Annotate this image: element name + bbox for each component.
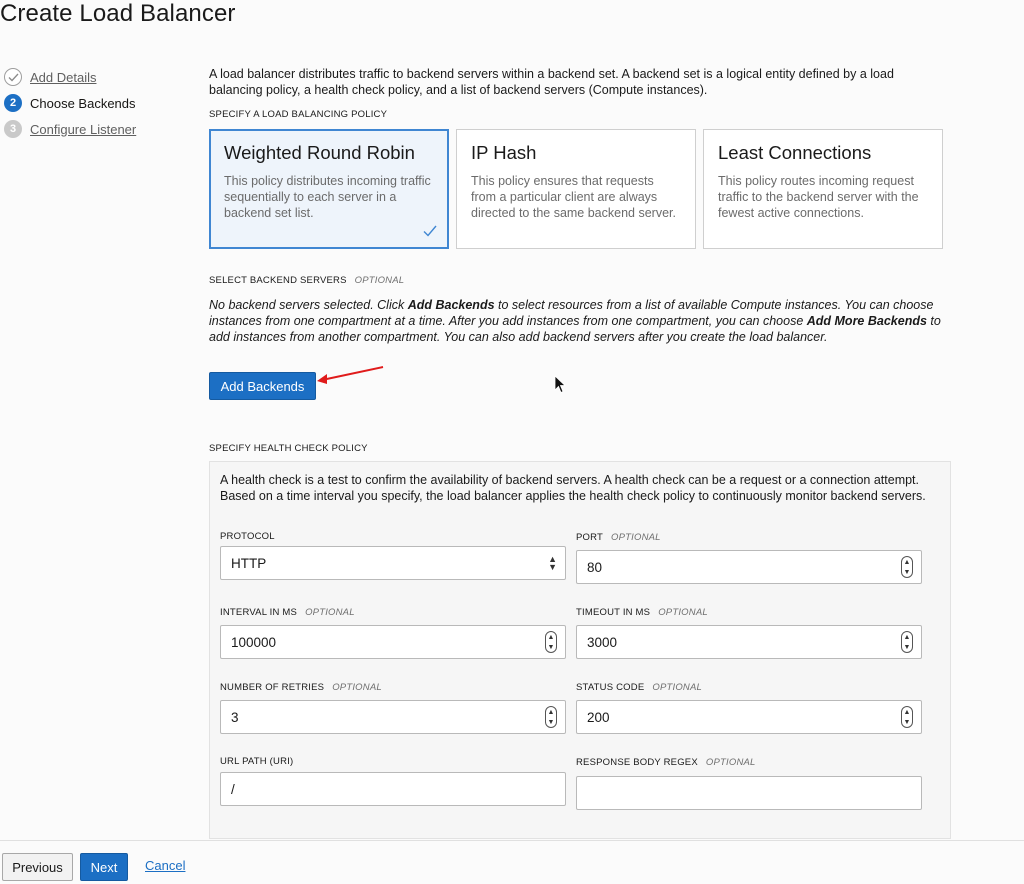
backends-label-text: SELECT BACKEND SERVERS xyxy=(209,275,347,286)
regex-input[interactable] xyxy=(576,776,922,810)
step-label: Choose Backends xyxy=(30,95,136,111)
backends-section-label: SELECT BACKEND SERVERS OPTIONAL xyxy=(209,275,404,286)
retries-label-text: NUMBER OF RETRIES xyxy=(220,682,325,693)
policy-card-ip-hash[interactable]: IP Hash This policy ensures that request… xyxy=(456,129,696,249)
health-description: A health check is a test to confirm the … xyxy=(220,473,926,503)
backend-note: No backend servers selected. Click Add B… xyxy=(209,297,945,345)
step-number-badge: 2 xyxy=(4,94,22,112)
note-bold-add-more-backends: Add More Backends xyxy=(806,314,927,328)
policy-title: IP Hash xyxy=(471,142,537,163)
page-title: Create Load Balancer xyxy=(0,0,236,27)
regex-label: RESPONSE BODY REGEX OPTIONAL xyxy=(576,757,756,768)
health-section-label: SPECIFY HEALTH CHECK POLICY xyxy=(209,443,368,454)
step-choose-backends: 2 Choose Backends xyxy=(4,90,136,116)
status-code-label-text: STATUS CODE xyxy=(576,682,645,693)
status-code-value: 200 xyxy=(587,709,610,725)
policy-title: Weighted Round Robin xyxy=(224,142,415,163)
url-path-input[interactable]: / xyxy=(220,772,566,806)
protocol-select[interactable]: HTTP ▲ ▼ xyxy=(220,546,566,580)
add-backends-button[interactable]: Add Backends xyxy=(209,372,316,400)
policy-section-label: SPECIFY A LOAD BALANCING POLICY xyxy=(209,109,388,120)
optional-tag: OPTIONAL xyxy=(705,757,756,768)
policy-cards: Weighted Round Robin This policy distrib… xyxy=(209,129,943,249)
policy-description: This policy routes incoming request traf… xyxy=(718,174,919,220)
status-code-label: STATUS CODE OPTIONAL xyxy=(576,682,702,693)
port-value: 80 xyxy=(587,559,603,575)
optional-tag: OPTIONAL xyxy=(332,682,382,693)
policy-description: This policy distributes incoming traffic… xyxy=(224,174,431,220)
policy-card-weighted-round-robin[interactable]: Weighted Round Robin This policy distrib… xyxy=(209,129,449,249)
step-add-details[interactable]: Add Details xyxy=(4,64,136,90)
stepper-icon[interactable]: ▲ ▼ xyxy=(901,631,913,653)
cancel-link[interactable]: Cancel xyxy=(145,858,185,873)
step-label[interactable]: Add Details xyxy=(30,70,96,85)
timeout-label: TIMEOUT IN MS OPTIONAL xyxy=(576,607,708,618)
stepper-icon[interactable]: ▲ ▼ xyxy=(901,706,913,728)
optional-tag: OPTIONAL xyxy=(652,682,702,693)
timeout-label-text: TIMEOUT IN MS xyxy=(576,607,651,618)
stepper-icon[interactable]: ▲ ▼ xyxy=(545,706,557,728)
regex-label-text: RESPONSE BODY REGEX xyxy=(576,757,698,768)
optional-tag: OPTIONAL xyxy=(658,607,708,618)
port-label-text: PORT xyxy=(576,532,604,543)
stepper-icon[interactable]: ▲ ▼ xyxy=(545,631,557,653)
retries-label: NUMBER OF RETRIES OPTIONAL xyxy=(220,682,382,693)
interval-value: 100000 xyxy=(231,634,277,650)
optional-tag: OPTIONAL xyxy=(305,607,355,618)
annotation-arrow-icon xyxy=(317,366,384,384)
health-check-panel: A health check is a test to confirm the … xyxy=(209,461,951,839)
previous-button[interactable]: Previous xyxy=(2,853,73,881)
interval-input[interactable]: 100000 ▲ ▼ xyxy=(220,625,566,659)
main-content: A load balancer distributes traffic to b… xyxy=(209,66,951,120)
protocol-label: PROTOCOL xyxy=(220,531,275,542)
next-button[interactable]: Next xyxy=(80,853,128,881)
optional-tag: OPTIONAL xyxy=(354,275,405,286)
policy-description: This policy ensures that requests from a… xyxy=(471,174,676,220)
status-code-input[interactable]: 200 ▲ ▼ xyxy=(576,700,922,734)
optional-tag: OPTIONAL xyxy=(611,532,661,543)
step-label[interactable]: Configure Listener xyxy=(30,122,136,137)
note-text: No backend servers selected. Click xyxy=(209,298,408,312)
timeout-input[interactable]: 3000 ▲ ▼ xyxy=(576,625,922,659)
step-number-badge: 3 xyxy=(4,120,22,138)
intro-text: A load balancer distributes traffic to b… xyxy=(209,67,894,97)
select-arrows-icon: ▲ ▼ xyxy=(548,554,557,572)
check-circle-icon xyxy=(4,68,22,86)
retries-value: 3 xyxy=(231,709,239,725)
interval-label: INTERVAL IN MS OPTIONAL xyxy=(220,607,355,618)
protocol-value: HTTP xyxy=(231,555,267,571)
stepper-icon[interactable]: ▲ ▼ xyxy=(901,556,913,578)
port-label: PORT OPTIONAL xyxy=(576,532,661,543)
interval-label-text: INTERVAL IN MS xyxy=(220,607,298,618)
step-configure-listener[interactable]: 3 Configure Listener xyxy=(4,116,136,142)
note-bold-add-backends: Add Backends xyxy=(407,298,495,312)
port-input[interactable]: 80 ▲ ▼ xyxy=(576,550,922,584)
url-path-label: URL PATH (URI) xyxy=(220,756,294,767)
mouse-cursor-icon xyxy=(554,375,566,394)
policy-card-least-connections[interactable]: Least Connections This policy routes inc… xyxy=(703,129,943,249)
footer-bar: Previous Next Cancel xyxy=(0,840,1024,884)
timeout-value: 3000 xyxy=(587,634,618,650)
retries-input[interactable]: 3 ▲ ▼ xyxy=(220,700,566,734)
checkmark-icon xyxy=(423,225,437,237)
policy-title: Least Connections xyxy=(718,142,872,163)
wizard-steps: Add Details 2 Choose Backends 3 Configur… xyxy=(4,64,136,142)
url-path-value: / xyxy=(231,781,235,797)
